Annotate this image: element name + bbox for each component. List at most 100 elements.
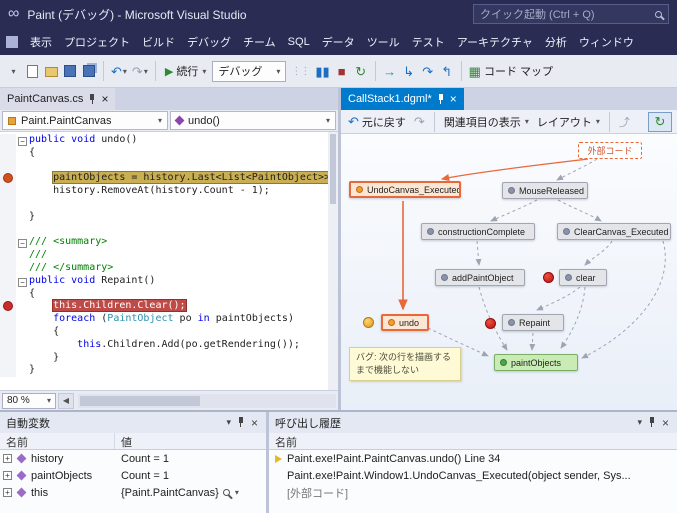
expand-icon[interactable]: + <box>3 488 12 497</box>
show-next-statement-button[interactable]: → <box>382 60 398 82</box>
class-dropdown[interactable]: Paint.PaintCanvas ▾ <box>2 111 168 130</box>
graph-redo-button[interactable]: ↷ <box>412 114 427 130</box>
node-label: 外部コード <box>587 144 632 157</box>
graph-node-paintObjects[interactable]: paintObjects <box>494 354 578 371</box>
new-file-button[interactable] <box>24 60 40 82</box>
menu-item[interactable]: プロジェクト <box>58 28 136 55</box>
continue-button[interactable]: ▶ 続行 ▾ <box>162 63 209 79</box>
pin-icon[interactable] <box>88 94 96 105</box>
close-icon[interactable]: × <box>101 93 108 105</box>
close-icon[interactable]: × <box>450 93 457 105</box>
column-value[interactable]: 値 <box>115 433 266 449</box>
expand-icon[interactable]: + <box>3 454 12 463</box>
fold-toggle[interactable]: − <box>18 137 27 146</box>
pin-icon[interactable] <box>648 417 656 428</box>
node-label: clear <box>576 273 596 283</box>
editor-vertical-scrollbar[interactable] <box>328 132 338 390</box>
close-icon[interactable]: × <box>660 416 671 430</box>
share-button[interactable]: ⤴ <box>617 114 632 130</box>
inspect-icon[interactable] <box>223 489 230 496</box>
zoom-level-combo[interactable]: 80 % ▾ <box>2 393 56 409</box>
main-toolbar: ▾ ↶▾ ↷▾ ▶ 続行 ▾ デバッグ ▾ ⋮⋮ ▮▮ ■ ↻ → ↳ ↷ ↰ … <box>0 55 677 88</box>
menu-item[interactable]: チーム <box>237 28 282 55</box>
window-menu-icon[interactable]: ▾ <box>635 417 644 428</box>
menu-item[interactable]: テスト <box>406 28 451 55</box>
graph-node-undo[interactable]: undo <box>381 314 429 331</box>
variable-name: this <box>31 487 48 499</box>
autos-title: 自動変数 <box>6 415 50 431</box>
expand-icon[interactable]: + <box>3 471 12 480</box>
graph-undo-button[interactable]: ↶ 元に戻す <box>346 114 408 130</box>
window-menu-icon[interactable]: ▾ <box>224 417 233 428</box>
close-icon[interactable]: × <box>249 416 260 430</box>
autos-column-header: 名前 値 <box>0 433 266 450</box>
fold-toggle[interactable]: − <box>18 278 27 287</box>
fold-toggle[interactable]: − <box>18 239 27 248</box>
callstack-graph-canvas[interactable]: 外部コード UndoCanvas_Executed MouseReleased con… <box>341 134 677 410</box>
graph-node-MouseReleased[interactable]: MouseReleased <box>502 182 588 199</box>
menu-item[interactable]: ツール <box>361 28 406 55</box>
step-over-button[interactable]: ↷ <box>420 60 436 82</box>
graph-node-UndoCanvas_Executed[interactable]: UndoCanvas_Executed <box>349 181 461 198</box>
editor-horizontal-scrollbar[interactable] <box>78 394 336 408</box>
editor-navigation-bar: Paint.PaintCanvas ▾ undo() ▾ <box>0 110 338 132</box>
red-badge[interactable] <box>543 272 554 283</box>
step-into-button[interactable]: ↳ <box>401 60 417 82</box>
autos-row-history[interactable]: +historyCount = 1 <box>0 450 266 467</box>
graph-node-Repaint[interactable]: Repaint <box>502 314 564 331</box>
autos-row-this[interactable]: +this{Paint.PaintCanvas}▾ <box>0 484 266 501</box>
callstack-frame[interactable]: Paint.exe!Paint.PaintCanvas.undo() Line … <box>269 450 677 467</box>
graph-node-外部コード[interactable]: 外部コード <box>578 142 642 159</box>
menu-item[interactable]: 分析 <box>539 28 573 55</box>
open-file-button[interactable] <box>43 60 59 82</box>
graph-node-addPaintObject[interactable]: addPaintObject <box>435 269 525 286</box>
graph-node-ClearCanvas_Executed[interactable]: ClearCanvas_Executed <box>557 223 671 240</box>
column-name[interactable]: 名前 <box>269 433 677 449</box>
autos-panel: 自動変数 ▾ × 名前 値 +historyCount = 1+paintObj… <box>0 412 269 513</box>
menu-item[interactable]: ウィンドウ <box>573 28 640 55</box>
tracepoint-icon[interactable] <box>3 173 13 183</box>
code-editor[interactable]: −public void undo(){ paintObjects = hist… <box>0 132 338 390</box>
quick-launch-search[interactable]: クイック起動 (Ctrl + Q) <box>473 4 669 24</box>
toolbar-overflow-button[interactable]: ▾ <box>5 60 21 82</box>
step-out-button[interactable]: ↰ <box>439 60 455 82</box>
variable-icon <box>17 454 27 464</box>
menu-item[interactable]: データ <box>316 28 361 55</box>
save-all-button[interactable] <box>81 60 97 82</box>
code-map-button[interactable]: ▦ コード マップ <box>468 60 554 82</box>
restart-button[interactable]: ↻ <box>353 60 369 82</box>
auto-update-toggle-button[interactable]: ↻ <box>648 112 672 132</box>
red-badge[interactable] <box>485 318 496 329</box>
show-related-dropdown[interactable]: 関連項目の表示 ▾ <box>442 114 531 130</box>
callstack-frame[interactable]: Paint.exe!Paint.Window1.UndoCanvas_Execu… <box>269 467 677 484</box>
menu-item[interactable]: SQL <box>282 28 316 55</box>
scroll-left-button[interactable]: ◀ <box>58 393 74 409</box>
toolbar-grip[interactable]: ⋮⋮ <box>291 66 309 77</box>
tab-callstack-dgml[interactable]: CallStack1.dgml* × <box>341 88 464 110</box>
stop-debugging-button[interactable]: ■ <box>334 60 350 82</box>
menu-item[interactable]: アーキテクチャ <box>451 28 539 55</box>
autos-row-paintObjects[interactable]: +paintObjectsCount = 1 <box>0 467 266 484</box>
graph-node-clear[interactable]: clear <box>559 269 607 286</box>
callstack-frame[interactable]: [外部コード] <box>269 484 677 501</box>
graph-node-constructionComplete[interactable]: constructionComplete <box>421 223 535 240</box>
debug-configuration-combo[interactable]: デバッグ ▾ <box>212 61 286 82</box>
break-all-button[interactable]: ▮▮ <box>314 60 330 82</box>
tab-paintcanvas[interactable]: PaintCanvas.cs × <box>0 88 115 110</box>
menu-item[interactable]: ビルド <box>136 28 181 55</box>
save-button[interactable] <box>62 60 78 82</box>
undo-button[interactable]: ↶▾ <box>110 60 128 82</box>
pin-icon[interactable] <box>437 94 445 105</box>
menu-item[interactable]: デバッグ <box>181 28 237 55</box>
menu-item[interactable]: 表示 <box>24 28 58 55</box>
view-dropdown-icon[interactable]: ▾ <box>235 488 239 497</box>
redo-button[interactable]: ↷▾ <box>131 60 149 82</box>
code-line: } <box>0 364 338 377</box>
pin-icon[interactable] <box>237 417 245 428</box>
breakpoint-icon[interactable] <box>3 301 13 311</box>
show-related-label: 関連項目の表示 <box>444 114 521 130</box>
column-name[interactable]: 名前 <box>0 433 115 449</box>
method-dropdown[interactable]: undo() ▾ <box>170 111 336 130</box>
gold-badge[interactable] <box>363 317 374 328</box>
layout-dropdown[interactable]: レイアウト ▾ <box>535 114 602 130</box>
